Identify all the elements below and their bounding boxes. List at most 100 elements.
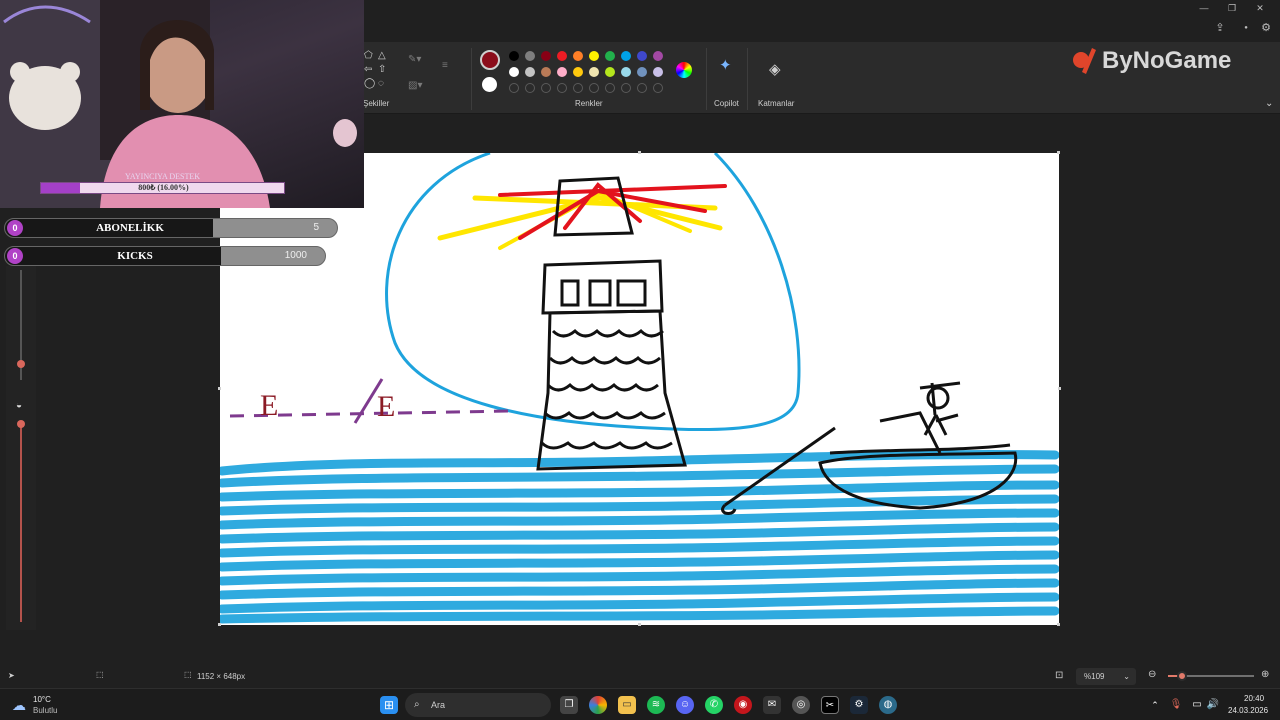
custom-color-slot[interactable] — [573, 83, 583, 93]
opacity-slider[interactable] — [20, 422, 22, 622]
resize-handle[interactable] — [638, 623, 641, 626]
steam-icon[interactable]: ⚙ — [850, 696, 868, 714]
copilot-icon[interactable]: ✦ — [719, 58, 732, 73]
volume-icon[interactable]: 🔊 — [1204, 696, 1222, 714]
custom-color-slot[interactable] — [653, 83, 663, 93]
fit-to-window-icon[interactable]: ⊡ — [1055, 670, 1063, 681]
zoom-select[interactable]: %109 ⌄ — [1076, 668, 1136, 685]
color-swatch[interactable] — [653, 67, 663, 77]
size-slider-thumb[interactable] — [17, 360, 25, 368]
file-explorer-icon[interactable]: ▭ — [618, 696, 636, 714]
color-swatch[interactable] — [573, 51, 583, 61]
color-swatch[interactable] — [621, 67, 631, 77]
edit-colors-icon[interactable] — [676, 62, 692, 78]
shape-arrow-up-icon[interactable]: ⇧ — [378, 64, 386, 76]
whatsapp-icon[interactable]: ✆ — [705, 696, 723, 714]
weather-cloud-icon[interactable]: ☁ — [10, 696, 28, 714]
brush-size-icon[interactable]: ≡ — [442, 60, 448, 72]
microphone-icon[interactable]: 🎙 — [1167, 696, 1185, 714]
support-amount: 800₺ (16.00%) — [138, 183, 189, 192]
color-swatch[interactable] — [525, 67, 535, 77]
color-swatch[interactable] — [653, 51, 663, 61]
color-swatch[interactable] — [573, 67, 583, 77]
color-swatch[interactable] — [605, 51, 615, 61]
weather-temp: 10°C — [33, 695, 51, 704]
zoom-out-icon[interactable]: ⊖ — [1148, 669, 1156, 680]
resize-handle[interactable] — [1058, 387, 1061, 390]
custom-color-slot[interactable] — [605, 83, 615, 93]
color-swatch[interactable] — [541, 51, 551, 61]
resize-handle[interactable] — [1057, 623, 1060, 626]
selection-icon: ⬚ — [96, 670, 104, 679]
spotify-icon[interactable]: ≋ — [647, 696, 665, 714]
custom-color-slot[interactable] — [509, 83, 519, 93]
shape-speech-icon[interactable]: ◌ — [378, 78, 384, 90]
color-swatch[interactable] — [589, 67, 599, 77]
zoom-in-icon[interactable]: ⊕ — [1261, 669, 1269, 680]
layers-label[interactable]: Katmanlar — [758, 99, 794, 108]
color-swatch[interactable] — [525, 51, 535, 61]
fill-icon[interactable]: ▨▾ — [408, 80, 422, 92]
color-swatch[interactable] — [589, 51, 599, 61]
custom-color-slot[interactable] — [589, 83, 599, 93]
goal-target: 5 — [313, 222, 319, 233]
discord-icon[interactable]: ☺ — [676, 696, 694, 714]
resize-handle[interactable] — [638, 151, 641, 154]
drawing-canvas[interactable]: E E — [217, 151, 1060, 625]
color-swatch[interactable] — [541, 67, 551, 77]
color-swatch[interactable] — [637, 67, 647, 77]
app-red-icon[interactable]: ◉ — [734, 696, 752, 714]
restore-icon[interactable]: ❐ — [1224, 2, 1240, 14]
color-swatch[interactable] — [637, 51, 647, 61]
mail-icon[interactable]: ✉ — [763, 696, 781, 714]
primary-color-swatch[interactable] — [480, 50, 500, 70]
clock-time[interactable]: 20:40 — [1244, 694, 1264, 703]
clock-date[interactable]: 24.03.2026 — [1228, 706, 1268, 715]
divider — [706, 48, 707, 110]
obs-icon[interactable]: ◎ — [792, 696, 810, 714]
goal-label: ABONELİKK — [96, 222, 164, 234]
taskbar-search[interactable]: ⌕ Ara — [405, 693, 551, 717]
color-swatch[interactable] — [509, 67, 519, 77]
custom-color-slot[interactable] — [621, 83, 631, 93]
shape-triangle-icon[interactable]: △ — [378, 50, 386, 62]
custom-color-slot[interactable] — [525, 83, 535, 93]
color-swatch[interactable] — [621, 51, 631, 61]
share-icon[interactable]: ⇪ — [1212, 22, 1228, 34]
ribbon-expand-chevron-icon[interactable]: ⌄ — [1265, 98, 1273, 110]
copilot-label[interactable]: Copilot — [714, 99, 739, 108]
weather-desc: Bulutlu — [33, 706, 58, 715]
opacity-slider-thumb[interactable] — [17, 420, 25, 428]
brush-side-panel: ◒ — [6, 266, 36, 630]
goal-target: 1000 — [284, 250, 307, 261]
shapes-label: Şekiller — [363, 99, 390, 108]
zoom-slider[interactable] — [1168, 671, 1254, 681]
minimize-icon[interactable]: — — [1196, 2, 1212, 14]
task-view-icon[interactable]: ❐ — [560, 696, 578, 714]
close-icon[interactable]: ✕ — [1252, 2, 1268, 14]
layers-icon[interactable]: ◈ — [769, 62, 781, 77]
browser-icon[interactable]: ◍ — [879, 696, 897, 714]
show-hidden-icons-chevron-icon[interactable]: ⌃ — [1146, 696, 1164, 714]
shape-arrow-left-icon[interactable]: ⇦ — [364, 64, 372, 76]
capcut-icon[interactable]: ✂ — [821, 696, 839, 714]
settings-gear-icon[interactable]: ⚙ — [1258, 22, 1274, 34]
custom-color-slot[interactable] — [557, 83, 567, 93]
custom-color-slot[interactable] — [637, 83, 647, 93]
shape-callout-icon[interactable]: ◯ — [364, 78, 375, 90]
resize-handle[interactable] — [1057, 151, 1060, 154]
color-swatch[interactable] — [605, 67, 615, 77]
secondary-color-swatch[interactable] — [482, 77, 497, 92]
chrome-icon[interactable] — [589, 696, 607, 714]
color-swatch[interactable] — [557, 67, 567, 77]
color-swatch[interactable] — [509, 51, 519, 61]
zoom-slider-thumb[interactable] — [1176, 671, 1187, 681]
custom-color-slot[interactable] — [541, 83, 551, 93]
shape-freeform-icon[interactable]: ⬠ — [364, 50, 373, 62]
resize-handle[interactable] — [218, 387, 221, 390]
resize-handle[interactable] — [218, 623, 221, 626]
outline-icon[interactable]: ✎▾ — [408, 54, 421, 66]
account-dot-icon[interactable]: ● — [1238, 22, 1254, 34]
windows-start-icon[interactable]: ⊞ — [380, 696, 398, 714]
color-swatch[interactable] — [557, 51, 567, 61]
